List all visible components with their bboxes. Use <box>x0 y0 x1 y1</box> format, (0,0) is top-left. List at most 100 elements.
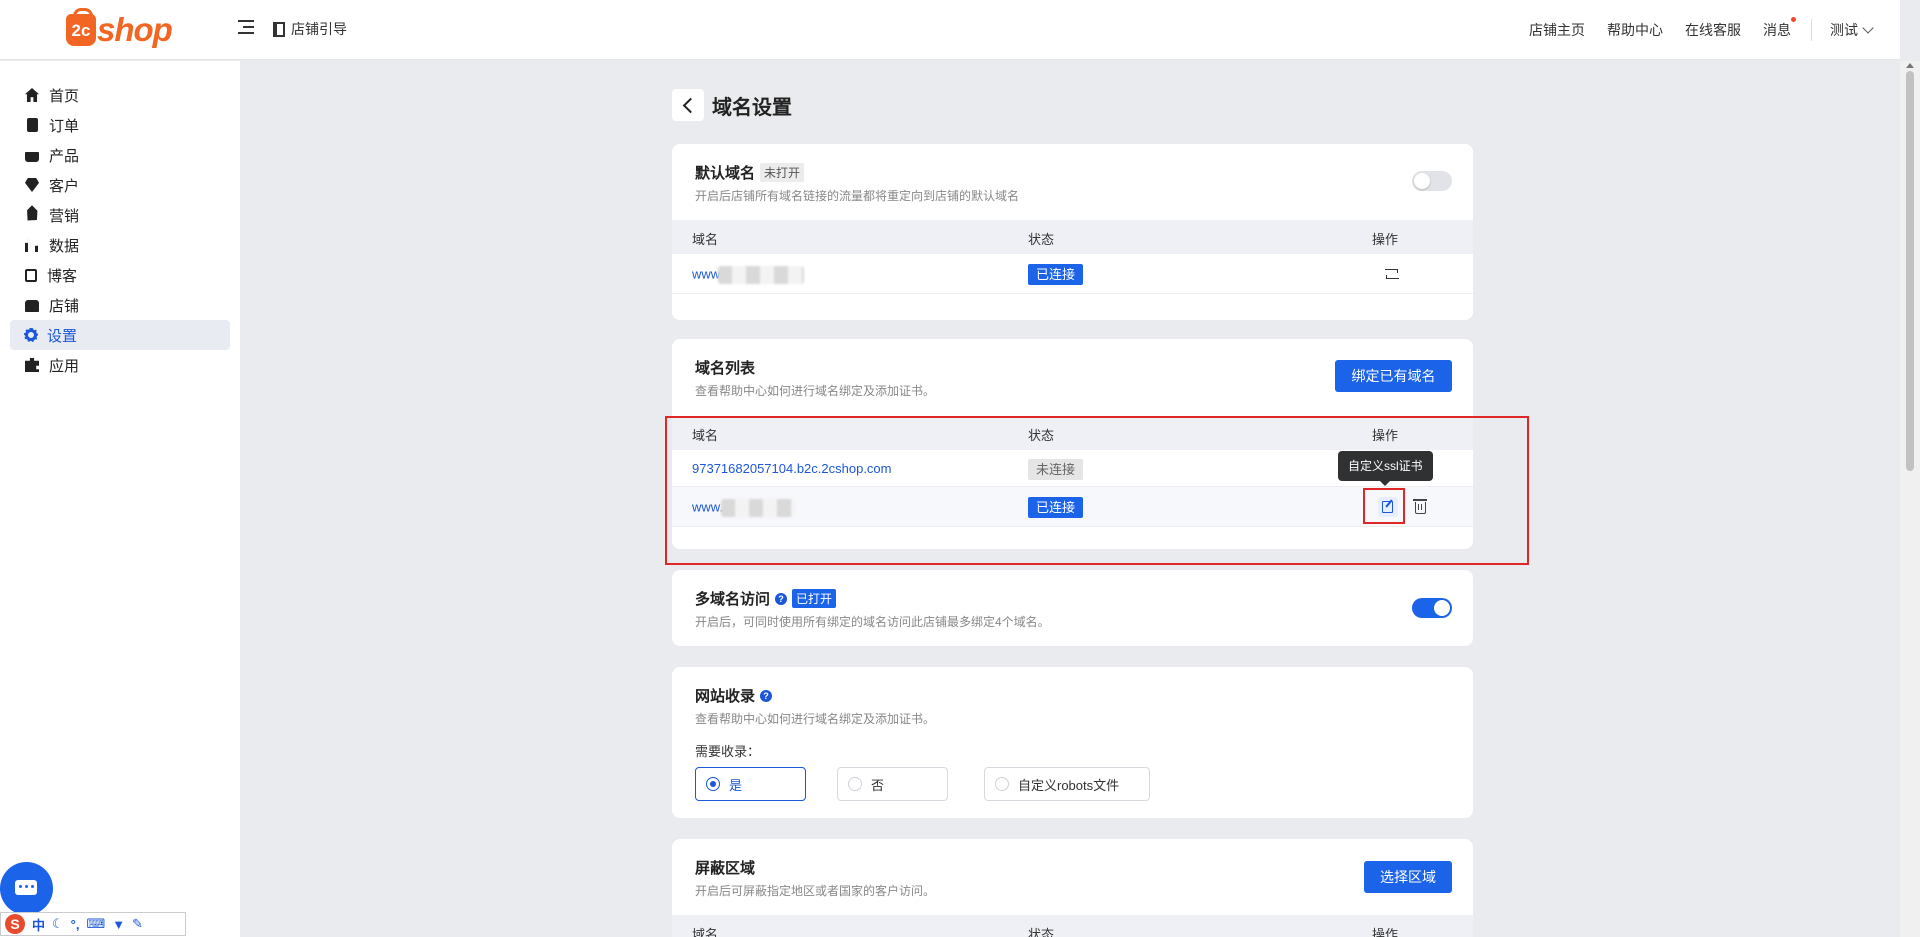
sidebar: 首页 订单 产品 客户 营销 数据 博客 店铺 设置 应用 <box>0 61 240 937</box>
index-question: 需要收录： <box>695 744 761 759</box>
default-domain-toggle[interactable] <box>1412 171 1452 191</box>
multi-domain-title-text: 多域名访问 <box>695 591 771 608</box>
help-center-link[interactable]: 帮助中心 <box>1607 20 1663 40</box>
scroll-up-icon[interactable] <box>1906 63 1914 68</box>
sidebar-item-marketing[interactable]: 营销 <box>10 200 230 230</box>
toggle-knob <box>1434 600 1450 616</box>
select-region-button[interactable]: 选择区域 <box>1364 861 1452 893</box>
sidebar-item-label: 首页 <box>49 87 80 105</box>
chevron-down-icon <box>1862 22 1874 34</box>
top-header: 2c shop 店铺引导 店铺主页 帮助中心 在线客服 消息 测试 <box>0 0 1900 60</box>
radio-indicator <box>706 777 720 791</box>
redacted-blur <box>718 266 805 284</box>
block-region-card: 屏蔽区域 开启后可屏蔽指定地区或者国家的客户访问。 选择区域 域名 状态 操作 <box>672 839 1473 937</box>
sidebar-item-apps[interactable]: 应用 <box>10 350 230 380</box>
back-button[interactable] <box>672 89 704 121</box>
help-icon[interactable]: ? <box>775 592 788 605</box>
main-content: 域名设置 默认域名 未打开 开启后店铺所有域名链接的流量都将重定向到店铺的默认域… <box>240 61 1900 937</box>
chevron-left-icon <box>682 97 698 113</box>
unread-dot <box>1791 17 1796 22</box>
sidebar-item-settings[interactable]: 设置 <box>10 320 230 350</box>
block-region-title: 屏蔽区域 <box>695 860 756 877</box>
column-header-domain: 域名 <box>692 927 719 937</box>
keyboard-icon[interactable]: ⌨ <box>86 916 105 932</box>
divider <box>1811 19 1812 41</box>
page-title: 域名设置 <box>712 96 792 119</box>
sidebar-item-customers[interactable]: 客户 <box>10 170 230 200</box>
status-pill: 已连接 <box>1028 264 1084 285</box>
sidebar-item-data[interactable]: 数据 <box>10 230 230 260</box>
status-badge: 未打开 <box>760 163 805 182</box>
status-badge: 已打开 <box>792 589 837 608</box>
logo-badge: 2c <box>66 8 96 46</box>
multi-domain-toggle[interactable] <box>1412 598 1452 618</box>
bind-domain-button[interactable]: 绑定已有域名 <box>1335 360 1452 392</box>
ime-mode[interactable]: 中 <box>32 915 45 934</box>
sidebar-item-label: 设置 <box>47 327 78 345</box>
site-index-card: 网站收录 ? 查看帮助中心如何进行域名绑定及添加证书。 需要收录： 是 否 自定… <box>672 667 1473 818</box>
ime-toolbar: S 中 ☾ °, ⌨ ▼ ✎ <box>0 912 186 936</box>
sidebar-item-orders[interactable]: 订单 <box>10 110 230 140</box>
bar-chart-icon <box>25 238 39 252</box>
top-links: 店铺主页 帮助中心 在线客服 消息 测试 <box>1529 0 1900 60</box>
skin-icon[interactable]: ▼ <box>112 917 125 932</box>
bag-icon <box>25 152 39 162</box>
radio-yes[interactable]: 是 <box>695 767 806 801</box>
radio-label: 是 <box>729 777 743 793</box>
store-icon <box>25 300 39 312</box>
scrollbar[interactable] <box>1900 61 1920 937</box>
radio-custom-robots[interactable]: 自定义robots文件 <box>984 767 1150 801</box>
gem-icon <box>25 178 39 192</box>
menu-toggle-icon[interactable] <box>238 20 254 40</box>
sidebar-item-blog[interactable]: 博客 <box>10 260 230 290</box>
logo-text: shop <box>97 11 173 48</box>
moon-icon[interactable]: ☾ <box>52 916 64 932</box>
user-menu[interactable]: 测试 <box>1830 20 1874 40</box>
radio-no[interactable]: 否 <box>837 767 948 801</box>
logo[interactable]: 2c shop <box>66 8 176 50</box>
domain-link[interactable]: www <box>692 266 805 284</box>
column-header-actions: 操作 <box>1372 232 1399 247</box>
multi-domain-desc: 开启后，可同时使用所有绑定的域名访问此店铺最多绑定4个域名。 <box>695 615 1050 629</box>
sidebar-item-products[interactable]: 产品 <box>10 140 230 170</box>
column-header-domain: 域名 <box>692 232 719 247</box>
chat-button[interactable] <box>0 862 53 915</box>
radio-indicator <box>995 777 1009 791</box>
default-domain-desc: 开启后店铺所有域名链接的流量都将重定向到店铺的默认域名 <box>695 189 1020 203</box>
table-header: 域名 状态 操作 <box>672 915 1473 937</box>
default-domain-title-text: 默认域名 <box>695 165 756 182</box>
toggle-knob <box>1414 173 1430 189</box>
table-row: www 已连接 <box>672 254 1473 294</box>
column-header-actions: 操作 <box>1372 927 1399 937</box>
wrench-icon[interactable]: ✎ <box>132 916 143 932</box>
site-index-desc: 查看帮助中心如何进行域名绑定及添加证书。 <box>695 712 936 726</box>
ime-logo[interactable]: S <box>5 914 25 934</box>
multi-domain-card: 多域名访问 ? 已打开 开启后，可同时使用所有绑定的域名访问此店铺最多绑定4个域… <box>672 570 1473 646</box>
sidebar-item-label: 店铺 <box>49 297 80 315</box>
domain-list-desc: 查看帮助中心如何进行域名绑定及添加证书。 <box>695 384 936 398</box>
user-name: 测试 <box>1830 22 1858 38</box>
radio-label: 否 <box>871 777 885 793</box>
help-icon[interactable]: ? <box>760 689 773 702</box>
punctuation-icon[interactable]: °, <box>71 917 80 932</box>
block-region-desc: 开启后可屏蔽指定地区或者国家的客户访问。 <box>695 884 936 898</box>
online-support-link[interactable]: 在线客服 <box>1685 20 1741 40</box>
store-home-link[interactable]: 店铺主页 <box>1529 20 1585 40</box>
domain-prefix: www <box>692 266 721 282</box>
messages-label: 消息 <box>1763 22 1791 38</box>
messages-link[interactable]: 消息 <box>1763 17 1796 40</box>
gear-icon <box>24 328 38 342</box>
scroll-thumb[interactable] <box>1906 71 1914 471</box>
sidebar-item-label: 客户 <box>49 177 80 195</box>
table-header: 域名 状态 操作 <box>672 220 1473 254</box>
highlight-box-edit <box>1363 488 1405 524</box>
tag-icon <box>22 205 42 225</box>
swap-icon[interactable] <box>1385 269 1399 279</box>
sidebar-item-label: 营销 <box>49 207 80 225</box>
sidebar-item-store[interactable]: 店铺 <box>10 290 230 320</box>
sidebar-item-label: 数据 <box>49 237 80 255</box>
sidebar-item-home[interactable]: 首页 <box>10 80 230 110</box>
sidebar-item-label: 订单 <box>49 117 80 135</box>
radio-label: 自定义robots文件 <box>1018 777 1120 793</box>
store-guide-link[interactable]: 店铺引导 <box>273 19 347 39</box>
